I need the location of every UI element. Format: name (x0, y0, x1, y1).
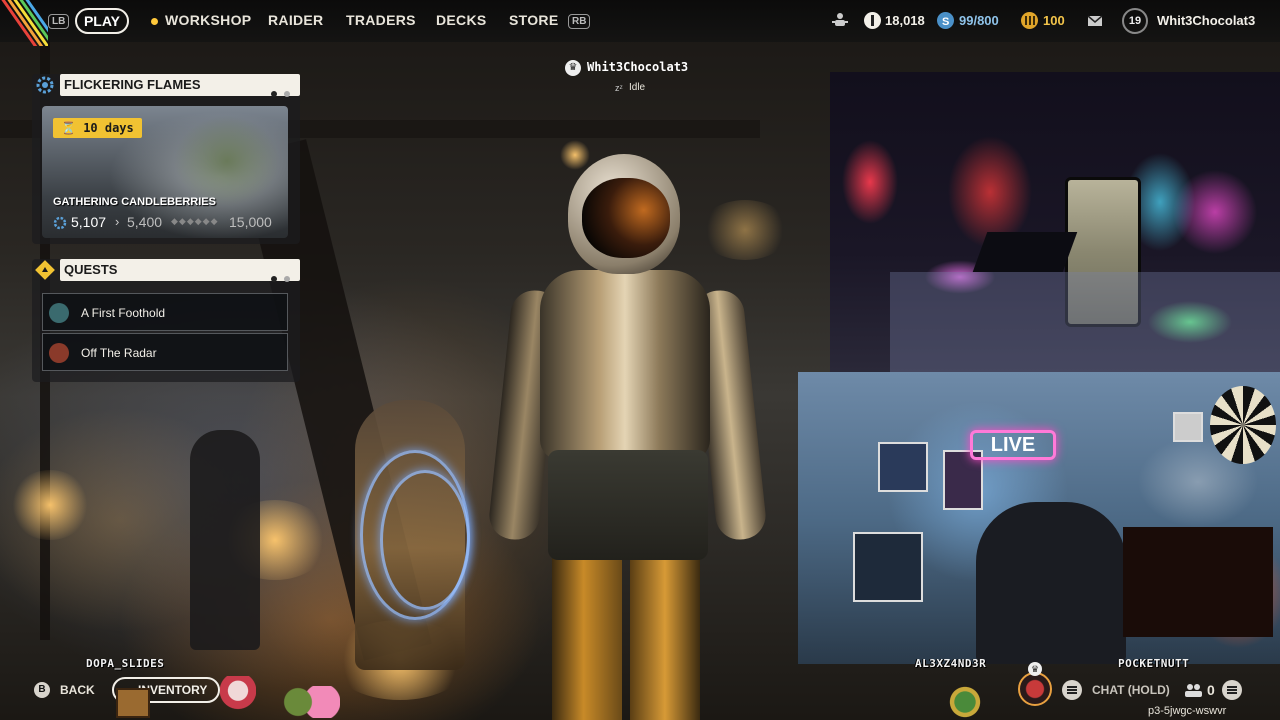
live-neon-sign: LIVE (970, 430, 1056, 460)
mail-icon[interactable] (1087, 13, 1103, 27)
quests-panel: QUESTS A First Foothold Off The Radar (32, 259, 300, 382)
nameplate-name: Whit3Chocolat3 (587, 60, 689, 74)
coins-count: 18,018 (885, 13, 925, 28)
notification-dot-icon (151, 18, 158, 25)
event-card[interactable]: ⏳ 10 days GATHERING CANDLEBERRIES 5,107 … (42, 106, 288, 238)
party-members-icon[interactable] (1184, 682, 1204, 698)
event-title: FLICKERING FLAMES (64, 77, 201, 92)
menu-icon[interactable] (1062, 680, 1082, 700)
progress-diamonds: ◆◆◆◆◆◆ (171, 216, 219, 226)
avatar[interactable] (1018, 672, 1052, 706)
menu-icon[interactable] (1222, 680, 1242, 700)
pixel-character-sprite (280, 686, 340, 718)
crown-icon: ♛ (565, 60, 581, 76)
quest-label: A First Foothold (81, 306, 166, 320)
party-count: 0 (1207, 682, 1215, 698)
tab-play[interactable]: PLAY (75, 8, 129, 34)
desk-surface (890, 272, 1280, 372)
progress-goal: 15,000 (229, 214, 272, 230)
quests-title: QUESTS (64, 262, 118, 277)
quest-item[interactable]: Off The Radar (42, 333, 288, 371)
dartboard (1210, 386, 1276, 464)
rb-bumper-hint: RB (568, 14, 591, 29)
brand-stripes (0, 0, 48, 46)
top-navigation-bar: LB PLAY WORKSHOP RAIDER TRADERS DECKS ST… (0, 0, 1280, 46)
svg-text:S: S (942, 16, 949, 28)
nameplate-status: Idle (629, 82, 646, 93)
chevron-right-icon: › (115, 214, 120, 229)
page-dots[interactable] (264, 82, 290, 104)
neon-ring (380, 470, 470, 610)
pixel-character-sprite (220, 676, 256, 718)
streamer-name: POCKETNUTT (1118, 657, 1190, 670)
lb-bumper-hint: LB (48, 14, 70, 29)
tokens-count: 99/800 (959, 13, 999, 28)
poster (853, 532, 923, 602)
gaming-chair (976, 502, 1126, 664)
tab-workshop[interactable]: WORKSHOP (165, 12, 251, 28)
player-name[interactable]: Whit3Chocolat3 (1157, 13, 1255, 28)
poster (878, 442, 928, 492)
gear-icon (32, 74, 58, 96)
credits-icon (1021, 12, 1038, 29)
page-dots[interactable] (264, 267, 290, 289)
pc-case (1123, 527, 1273, 637)
event-timer: ⏳ 10 days (53, 118, 142, 138)
party-icon[interactable] (832, 12, 848, 28)
keyboard (972, 232, 1078, 272)
tab-traders[interactable]: TRADERS (346, 12, 416, 28)
pixel-character-sprite (940, 686, 990, 718)
status-idle-icon: zᶻ (615, 83, 623, 93)
event-panel: FLICKERING FLAMES ⏳ 10 days GATHERING CA… (32, 74, 300, 244)
streamer-name: AL3XZ4ND3R (915, 657, 987, 670)
tab-raider[interactable]: RAIDER (268, 12, 323, 28)
token-icon: S (937, 12, 954, 29)
background-figure (190, 430, 260, 650)
credits-count: 100 (1043, 13, 1065, 28)
pixel-chest-sprite (116, 688, 150, 718)
progress-current: 5,107 (71, 214, 107, 230)
webcam-desk-view (830, 72, 1280, 372)
webcam-room-view: LIVE (798, 372, 1280, 664)
chat-button[interactable]: CHAT (HOLD) (1092, 683, 1170, 697)
tab-store[interactable]: STORE (509, 12, 558, 28)
b-button-hint: B (34, 682, 50, 698)
player-level-badge: 19 (1122, 8, 1148, 34)
back-button[interactable]: BACK (60, 683, 95, 697)
quests-panel-header[interactable]: QUESTS (60, 259, 300, 282)
progress-next: 5,400 (127, 214, 163, 230)
crown-icon: ♛ (1028, 662, 1042, 676)
quest-item[interactable]: A First Foothold (42, 293, 288, 331)
quest-label: Off The Radar (81, 346, 157, 360)
quest-icon (49, 303, 69, 323)
poster (1173, 412, 1203, 442)
quest-diamond-icon (32, 259, 58, 281)
event-timer-text: 10 days (83, 121, 134, 135)
session-code: p3-5jwgc-wswvr (1148, 705, 1227, 717)
astronaut-character (487, 150, 770, 720)
gear-icon (53, 216, 67, 230)
scene-candle-glow (10, 470, 90, 540)
quest-icon (49, 343, 69, 363)
streamer-name: DOPA_SLIDES (86, 657, 165, 670)
event-progress: 5,107 › 5,400 ◆◆◆◆◆◆ 15,000 (53, 214, 283, 232)
coin-icon (864, 12, 881, 29)
event-objective: GATHERING CANDLEBERRIES (53, 196, 216, 208)
hourglass-icon: ⏳ (61, 121, 76, 135)
event-panel-header[interactable]: FLICKERING FLAMES (60, 74, 300, 97)
tab-decks[interactable]: DECKS (436, 12, 487, 28)
